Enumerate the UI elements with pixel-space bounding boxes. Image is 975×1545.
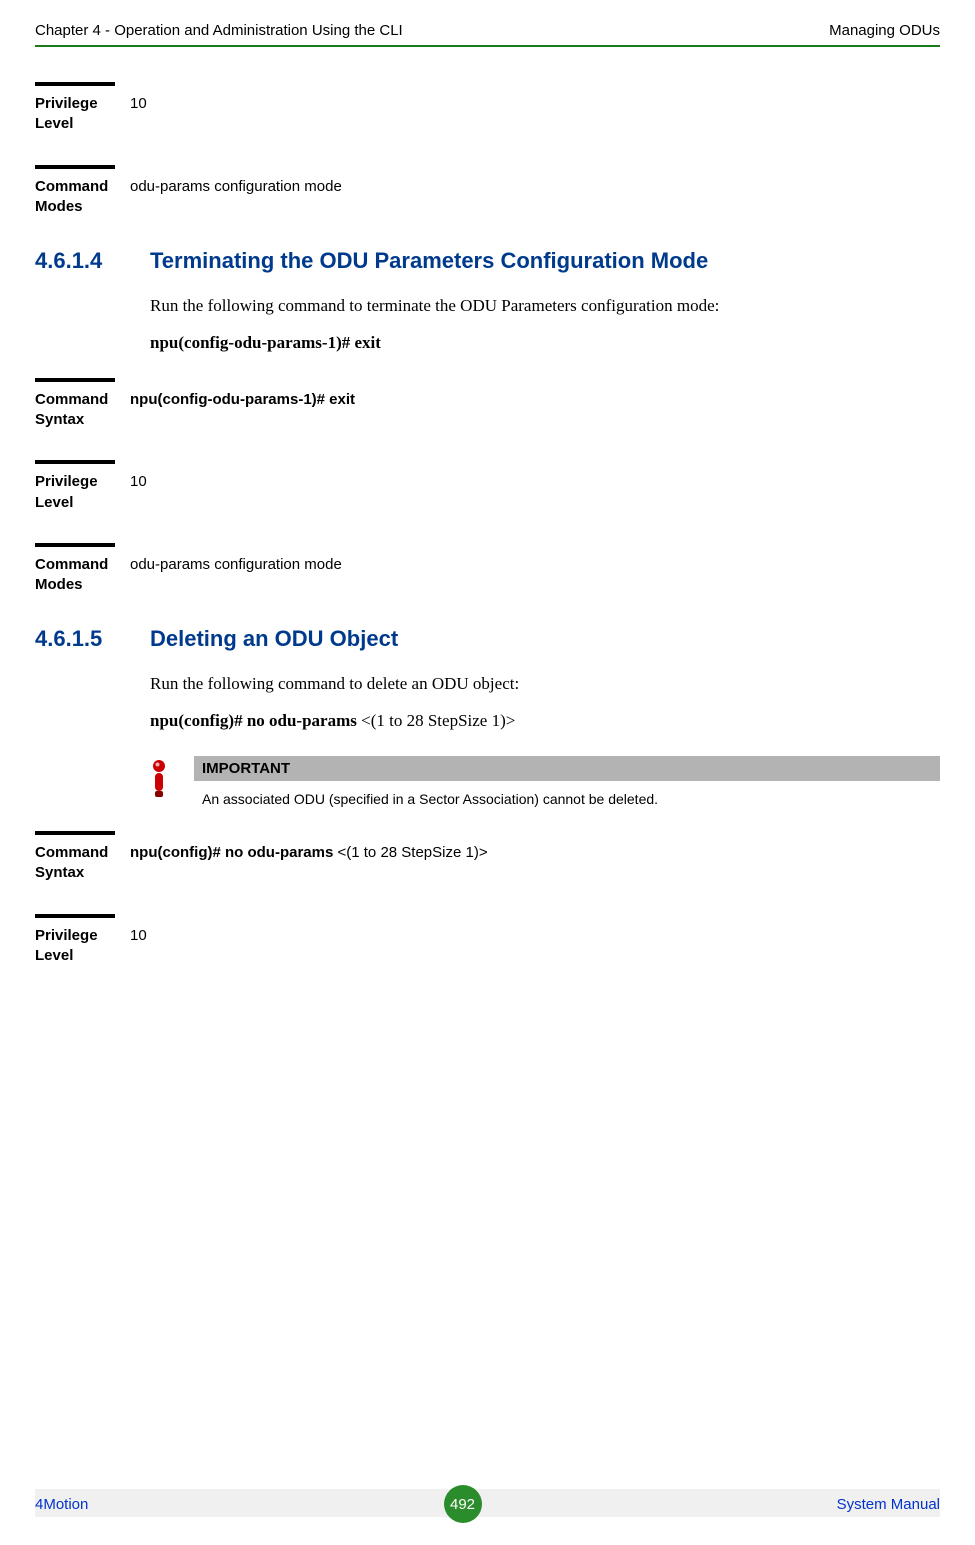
body-text: Run the following command to terminate t… [150, 293, 940, 319]
header-rule [35, 45, 940, 47]
privilege-value: 10 [130, 926, 147, 946]
section-title: Deleting an ODU Object [150, 625, 398, 653]
definition-command-modes: Command Modes odu-params configuration m… [35, 543, 940, 596]
privilege-label: Privilege Level [35, 926, 130, 967]
command-modes-value: odu-params configuration mode [130, 555, 342, 575]
body-text: Run the following command to delete an O… [150, 671, 940, 697]
section-heading-4-6-1-4: 4.6.1.4 Terminating the ODU Parameters C… [35, 247, 940, 275]
important-header: IMPORTANT [194, 756, 940, 781]
page-header: Chapter 4 - Operation and Administration… [35, 0, 940, 45]
privilege-label: Privilege Level [35, 472, 130, 513]
header-left: Chapter 4 - Operation and Administration… [35, 22, 403, 39]
privilege-value: 10 [130, 472, 147, 492]
page-footer: 4Motion 492 System Manual [35, 1485, 940, 1523]
privilege-value: 10 [130, 94, 147, 114]
section-number: 4.6.1.4 [35, 248, 150, 274]
command-text: npu(config)# no odu-params <(1 to 28 Ste… [150, 711, 940, 731]
header-right: Managing ODUs [829, 22, 940, 39]
page-number: 492 [444, 1485, 482, 1523]
command-syntax-value: npu(config)# no odu-params <(1 to 28 Ste… [130, 843, 488, 863]
section-heading-4-6-1-5: 4.6.1.5 Deleting an ODU Object [35, 625, 940, 653]
definition-privilege: Privilege Level 10 [35, 82, 940, 135]
command-modes-value: odu-params configuration mode [130, 177, 342, 197]
definition-command-syntax: Command Syntax npu(config)# no odu-param… [35, 831, 940, 884]
footer-left: 4Motion [35, 1496, 88, 1513]
command-modes-label: Command Modes [35, 555, 130, 596]
command-syntax-value: npu(config-odu-params-1)# exit [130, 390, 355, 410]
section-number: 4.6.1.5 [35, 626, 150, 652]
important-icon [150, 756, 194, 811]
definition-privilege: Privilege Level 10 [35, 460, 940, 513]
command-modes-label: Command Modes [35, 177, 130, 218]
important-callout: IMPORTANT An associated ODU (specified i… [150, 756, 940, 811]
command-text: npu(config-odu-params-1)# exit [150, 333, 940, 353]
command-syntax-label: Command Syntax [35, 390, 130, 431]
definition-privilege: Privilege Level 10 [35, 914, 940, 967]
important-text: An associated ODU (specified in a Sector… [194, 781, 940, 811]
definition-command-syntax: Command Syntax npu(config-odu-params-1)#… [35, 378, 940, 431]
privilege-label: Privilege Level [35, 94, 130, 135]
section-title: Terminating the ODU Parameters Configura… [150, 247, 708, 275]
definition-command-modes: Command Modes odu-params configuration m… [35, 165, 940, 218]
footer-right: System Manual [837, 1496, 940, 1513]
command-syntax-label: Command Syntax [35, 843, 130, 884]
